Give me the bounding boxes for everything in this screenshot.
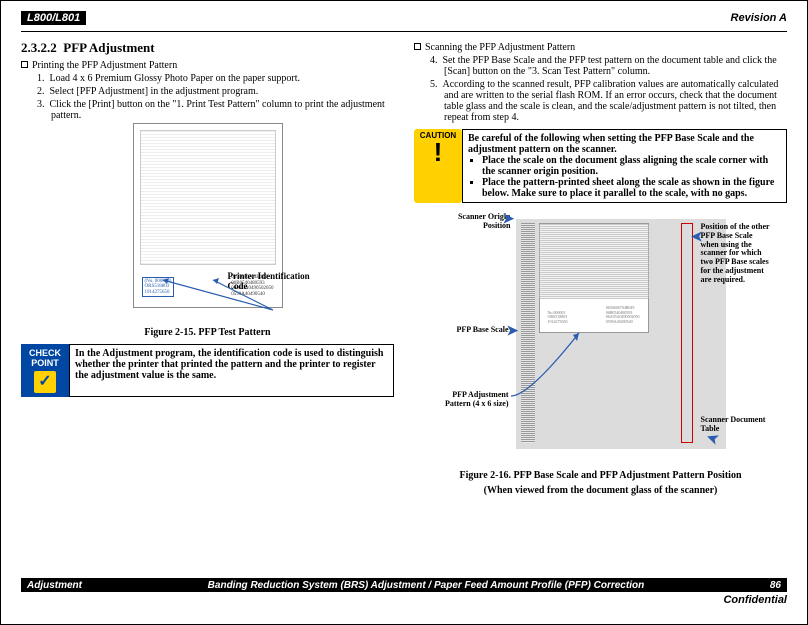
label-base-scale: PFP Base Scale — [431, 326, 509, 335]
section-number: 2.3.2.2 — [21, 40, 57, 55]
checkpoint-badge: CHECK POINT ✓ — [21, 344, 69, 397]
revision-label: Revision A — [731, 12, 787, 24]
footer-left: Adjustment — [27, 580, 82, 591]
bullet-square-icon — [21, 61, 28, 68]
print-subhead-text: Printing the PFP Adjustment Pattern — [32, 60, 177, 71]
footer-page: 86 — [770, 580, 781, 591]
checkmark-icon: ✓ — [34, 371, 56, 393]
print-subhead: Printing the PFP Adjustment Pattern — [21, 60, 394, 71]
columns: 2.3.2.2 PFP Adjustment Printing the PFP … — [21, 40, 787, 502]
rule — [21, 31, 787, 32]
check-word: CHECK — [24, 348, 66, 358]
sheet-codes-b: 0650606704B04906B054048059306A05A0490502… — [606, 306, 640, 324]
figure-2-caption-2: (When viewed from the document glass of … — [414, 485, 787, 496]
section-heading: 2.3.2.2 PFP Adjustment — [21, 40, 394, 56]
caution-text: Be careful of the following when setting… — [462, 129, 787, 203]
exclamation-icon: ! — [416, 140, 460, 164]
footer: Adjustment Banding Reduction System (BRS… — [21, 578, 787, 606]
caution-bullets: Place the scale on the document glass al… — [482, 155, 781, 199]
arrow-icon: ➤ — [691, 229, 703, 246]
checkpoint-box: CHECK POINT ✓ In the Adjustment program,… — [21, 344, 394, 397]
caution-b1: Place the scale on the document glass al… — [482, 155, 781, 177]
scan-subhead-text: Scanning the PFP Adjustment Pattern — [425, 42, 575, 53]
callout-arrows-icon — [153, 275, 303, 315]
left-steps: 1. Load 4 x 6 Premium Glossy Photo Paper… — [37, 73, 394, 121]
figure-2: No.000003ORS5188031914275650 0650606704B… — [431, 211, 771, 466]
bullet-square-icon — [414, 43, 421, 50]
label-origin: Scanner Origin Position — [431, 213, 511, 231]
checkpoint-text: In the Adjustment program, the identific… — [69, 344, 394, 397]
right-steps: 4. Set the PFP Base Scale and the PFP te… — [430, 55, 787, 123]
caution-box: CAUTION ! Be careful of the following wh… — [414, 129, 787, 203]
page: L800/L801 Revision A 2.3.2.2 PFP Adjustm… — [1, 1, 807, 502]
header-bar: L800/L801 Revision A — [21, 11, 787, 25]
left-column: 2.3.2.2 PFP Adjustment Printing the PFP … — [21, 40, 394, 502]
label-other-scale: Position of the other PFP Base Scale whe… — [701, 223, 771, 285]
step-4-text: Set the PFP Base Scale and the PFP test … — [443, 55, 777, 77]
caution-lead: Be careful of the following when setting… — [468, 133, 781, 155]
pattern-area — [140, 130, 276, 265]
caution-badge: CAUTION ! — [414, 129, 462, 203]
step-2-text: Select [PFP Adjustment] in the adjustmen… — [50, 86, 259, 97]
step-3: 3. Click the [Print] button on the "1. P… — [37, 99, 394, 121]
model-badge: L800/L801 — [21, 11, 86, 25]
step-4: 4. Set the PFP Base Scale and the PFP te… — [430, 55, 787, 77]
figure-2-caption-1: Figure 2-16. PFP Base Scale and PFP Adju… — [414, 470, 787, 481]
right-column: Scanning the PFP Adjustment Pattern 4. S… — [414, 40, 787, 502]
figure-1-caption: Figure 2-15. PFP Test Pattern — [21, 327, 394, 338]
section-name: PFP Adjustment — [63, 40, 154, 55]
step-1: 1. Load 4 x 6 Premium Glossy Photo Paper… — [37, 73, 394, 84]
label-pattern: PFP Adjustment Pattern (4 x 6 size) — [431, 391, 509, 409]
step-5: 5. According to the scanned result, PFP … — [430, 79, 787, 123]
figure-1: (No. 000003) ORS518803 1914275650 065060… — [103, 123, 313, 323]
step-5-text: According to the scanned result, PFP cal… — [443, 79, 779, 123]
caution-b2: Place the pattern-printed sheet along th… — [482, 177, 781, 199]
step-1-text: Load 4 x 6 Premium Glossy Photo Paper on… — [50, 73, 301, 84]
sheet-codes-a: No.000003ORS5188031914275650 — [548, 311, 568, 324]
arrow-curve-icon — [509, 331, 589, 401]
other-base-scale — [681, 223, 693, 443]
confidential-label: Confidential — [21, 594, 787, 606]
step-2: 2. Select [PFP Adjustment] in the adjust… — [37, 86, 394, 97]
arrow-icon: ➤ — [503, 211, 515, 228]
step-3-text: Click the [Print] button on the "1. Prin… — [50, 99, 385, 121]
scan-subhead: Scanning the PFP Adjustment Pattern — [414, 42, 787, 53]
footer-bar: Adjustment Banding Reduction System (BRS… — [21, 579, 787, 592]
footer-mid: Banding Reduction System (BRS) Adjustmen… — [82, 580, 770, 591]
sheet-pattern-area — [539, 224, 649, 299]
point-word: POINT — [24, 358, 66, 368]
